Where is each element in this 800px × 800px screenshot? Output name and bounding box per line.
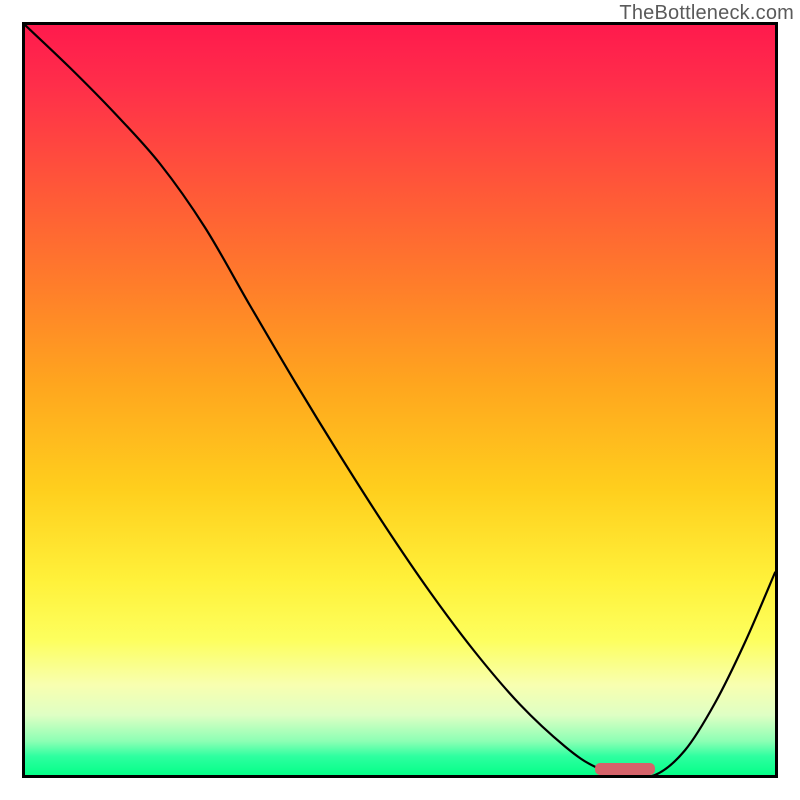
optimal-marker	[595, 763, 655, 775]
curve-svg	[25, 25, 775, 775]
chart-container: TheBottleneck.com	[0, 0, 800, 800]
plot-area	[22, 22, 778, 778]
bottleneck-curve	[25, 25, 775, 775]
